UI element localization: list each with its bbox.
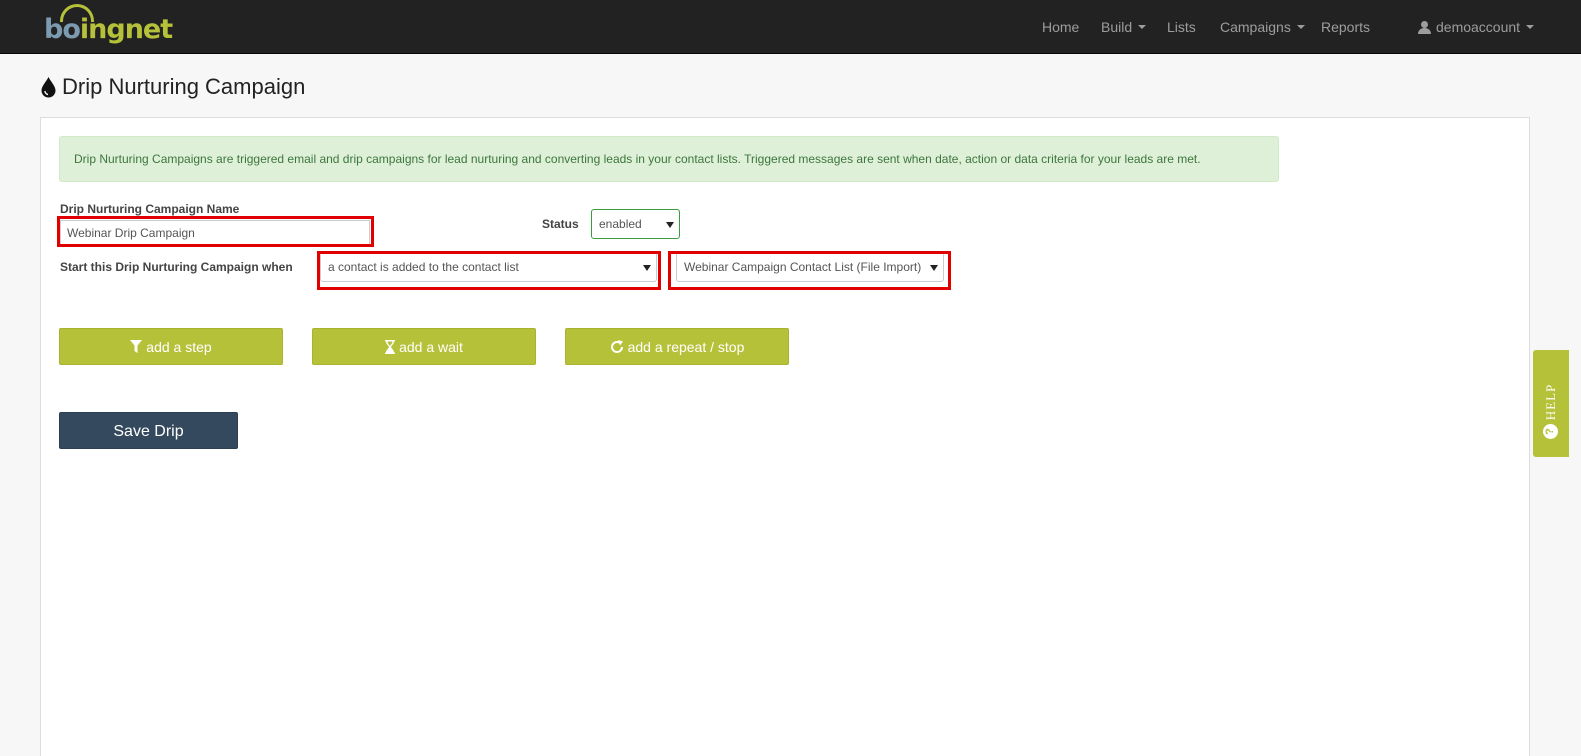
refresh-icon [610,339,623,353]
filter-icon [130,340,143,353]
drop-icon [41,77,56,98]
contact-list-select[interactable]: Webinar Campaign Contact List (File Impo… [676,252,944,282]
help-tab[interactable]: HELP ? [1533,350,1569,457]
add-wait-label: add a wait [399,338,463,355]
contact-list-select-value: Webinar Campaign Contact List (File Impo… [684,260,922,274]
nav-home-label: Home [1042,19,1080,35]
add-repeat-stop-label: add a repeat / stop [627,338,745,355]
dropdown-arrow-icon [930,265,938,271]
add-repeat-stop-button[interactable]: add a repeat / stop [565,328,789,365]
page-header: Drip Nurturing Campaign [40,72,305,102]
boingnet-logo[interactable]: boingnet [44,4,173,50]
nav-user-menu[interactable]: demoaccount [1418,19,1535,35]
nav-home[interactable]: Home [1042,19,1079,35]
nav-campaigns[interactable]: Campaigns [1220,19,1305,35]
add-step-label: add a step [146,338,212,355]
trigger-select-value: a contact is added to the contact list [328,260,519,274]
nav-user-label: demoaccount [1436,19,1521,35]
nav-build[interactable]: Build [1101,19,1147,35]
hourglass-icon [385,339,396,354]
logo-wordmark: boingnet [44,14,173,45]
caret-down-icon [1296,25,1305,29]
nav-reports[interactable]: Reports [1321,19,1370,35]
info-alert: Drip Nurturing Campaigns are triggered e… [59,136,1279,182]
nav-reports-label: Reports [1321,19,1371,35]
trigger-select[interactable]: a contact is added to the contact list [320,252,657,282]
campaign-name-label: Drip Nurturing Campaign Name [60,202,240,216]
nav-lists[interactable]: Lists [1167,19,1196,35]
save-drip-button[interactable]: Save Drip [59,412,238,449]
nav-build-label: Build [1101,19,1133,35]
dropdown-arrow-icon [666,222,674,228]
help-tab-label: HELP [1543,383,1558,421]
user-icon [1418,20,1431,34]
status-select[interactable]: enabled [591,209,680,239]
dropdown-arrow-icon [643,265,651,271]
caret-down-icon [1526,25,1535,29]
nav-lists-label: Lists [1167,19,1196,35]
add-wait-button[interactable]: add a wait [312,328,536,365]
status-label: Status [542,217,579,231]
content-panel [40,117,1530,756]
top-navbar: boingnet Home Build Lists Campaigns Repo… [0,0,1581,54]
question-circle-icon: ? [1543,424,1558,439]
status-select-value: enabled [599,217,642,231]
page-title: Drip Nurturing Campaign [62,74,306,99]
caret-down-icon [1138,25,1147,29]
start-when-label: Start this Drip Nurturing Campaign when [60,260,293,274]
nav-campaigns-label: Campaigns [1220,19,1291,35]
campaign-name-input[interactable]: Webinar Drip Campaign [60,220,370,246]
add-step-button[interactable]: add a step [59,328,283,365]
